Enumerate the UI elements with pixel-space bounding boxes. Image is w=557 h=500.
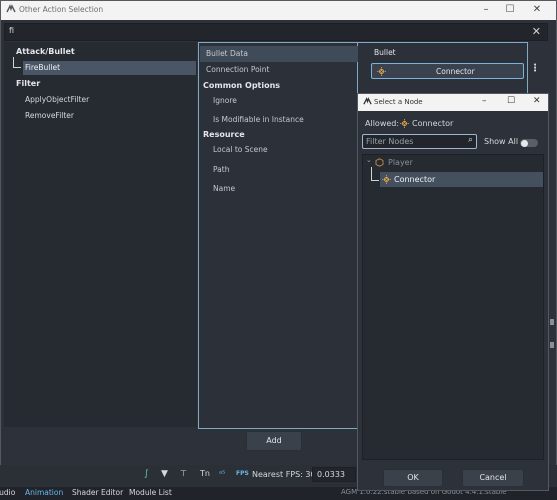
ok-button[interactable]: OK <box>383 469 443 487</box>
path-label: Path <box>213 165 230 174</box>
bullet-data-value-text: Bullet <box>374 48 396 57</box>
godot-logo-icon <box>363 97 372 108</box>
action-filter-input[interactable]: fi <box>9 26 14 35</box>
tree-item-label: FireBullet <box>25 63 61 72</box>
tree-item-removefilter[interactable]: RemoveFilter <box>25 111 74 120</box>
allowed-label: Allowed: <box>365 119 400 128</box>
bullet-data-label: Bullet Data <box>206 49 248 58</box>
name-label: Name <box>213 184 236 193</box>
fps-value-field[interactable]: 0.0333 <box>312 467 356 482</box>
filter-row[interactable]: fi ✕ <box>4 23 548 41</box>
tree-item-firebullet-selected[interactable]: FireBullet <box>23 61 196 75</box>
scrollbar-marker[interactable] <box>550 319 554 325</box>
curve-icon[interactable]: ∫ <box>144 469 149 479</box>
dialog-maximize-button[interactable]: ☐ <box>507 96 515 106</box>
dialog-title: Select a Node <box>374 98 423 106</box>
show-all-label: Show All <box>484 137 519 146</box>
tree-item-applyobjectfilter[interactable]: ApplyObjectFilter <box>25 95 89 104</box>
tab-animation[interactable]: Animation <box>25 488 63 497</box>
window-title: Other Action Selection <box>19 5 104 14</box>
fps-value-text: 0.0333 <box>317 470 345 479</box>
filter-nodes-input[interactable]: Filter Nodes ⌕ <box>362 134 477 149</box>
node-connector-selected[interactable]: Connector <box>380 172 543 187</box>
tree-line <box>13 67 21 68</box>
modifiable-label: Is Modifiable in Instance <box>213 115 304 124</box>
filter-nodes-placeholder: Filter Nodes <box>366 137 414 146</box>
tree-line <box>371 180 379 181</box>
toggle-knob <box>521 139 528 147</box>
collapse-arrow-icon[interactable]: ⌄ <box>366 156 372 164</box>
search-icon: ⌕ <box>467 135 473 145</box>
tab-audio[interactable]: Audio <box>0 488 15 497</box>
maximize-button[interactable]: ☐ <box>501 3 519 17</box>
connector-node-icon <box>382 175 391 186</box>
local-to-scene-label: Local to Scene <box>213 145 268 154</box>
connection-point-value-text: Connector <box>436 67 475 76</box>
godot-logo-icon <box>6 4 16 16</box>
cancel-button[interactable]: Cancel <box>462 469 524 487</box>
player-node-icon <box>375 158 384 169</box>
dialog-minimize-button[interactable]: – <box>482 96 487 106</box>
node-player[interactable]: Player <box>388 158 413 167</box>
category-attack-bullet[interactable]: Attack/Bullet <box>16 47 75 56</box>
snap-icon[interactable]: Tn <box>200 469 210 478</box>
connector-node-icon <box>400 119 409 130</box>
dialog-titlebar: Select a Node – ☐ ✕ <box>358 94 548 111</box>
fps-icon[interactable]: FPS <box>236 470 249 477</box>
show-all-toggle[interactable] <box>520 139 538 147</box>
add-button[interactable]: Add <box>246 431 302 451</box>
node-connector-label: Connector <box>394 175 436 184</box>
property-bullet-data[interactable]: Bullet Data ⟲ <box>200 46 366 62</box>
ignore-label: Ignore <box>213 96 237 105</box>
scrollbar-marker[interactable] <box>550 342 554 348</box>
allowed-value: Connector <box>412 119 454 128</box>
tree-line <box>371 167 372 180</box>
action-tree: Attack/Bullet FireBullet Filter ApplyObj… <box>4 42 197 427</box>
physics-icon[interactable]: ᵃ⁵ <box>219 469 225 478</box>
minimize-button[interactable]: – <box>477 3 495 17</box>
nodes-tree: ⌄ Player Connector <box>362 154 544 460</box>
select-node-dialog: Select a Node – ☐ ✕ Allowed: Connector F… <box>357 93 549 491</box>
inspector-panel: Bullet Data ⟲ Connection Point ⟲ Common … <box>198 42 366 429</box>
main-titlebar: Other Action Selection – ☐ ✕ <box>1 1 556 20</box>
tab-shader-editor[interactable]: Shader Editor <box>72 488 123 497</box>
close-window-button[interactable]: ✕ <box>528 3 546 17</box>
fps-label: Nearest FPS: 30 <box>252 470 316 479</box>
tree-line <box>13 57 14 67</box>
connector-node-icon <box>377 67 386 78</box>
category-filter[interactable]: Filter <box>16 79 40 88</box>
dialog-close-button[interactable]: ✕ <box>533 96 541 106</box>
more-options-icon[interactable]: ⋮ <box>530 63 540 74</box>
filter-icon[interactable]: ▼ <box>161 469 168 479</box>
connection-point-label: Connection Point <box>206 65 270 74</box>
common-options-header[interactable]: Common Options <box>203 81 280 90</box>
tab-module-list[interactable]: Module List <box>129 488 172 497</box>
connection-point-value[interactable]: Connector <box>371 63 524 79</box>
bullet-data-value[interactable]: Bullet <box>371 45 526 60</box>
pin-icon[interactable]: ⊤ <box>180 469 187 478</box>
resource-header[interactable]: Resource <box>203 130 245 139</box>
clear-icon[interactable]: ✕ <box>532 25 541 38</box>
